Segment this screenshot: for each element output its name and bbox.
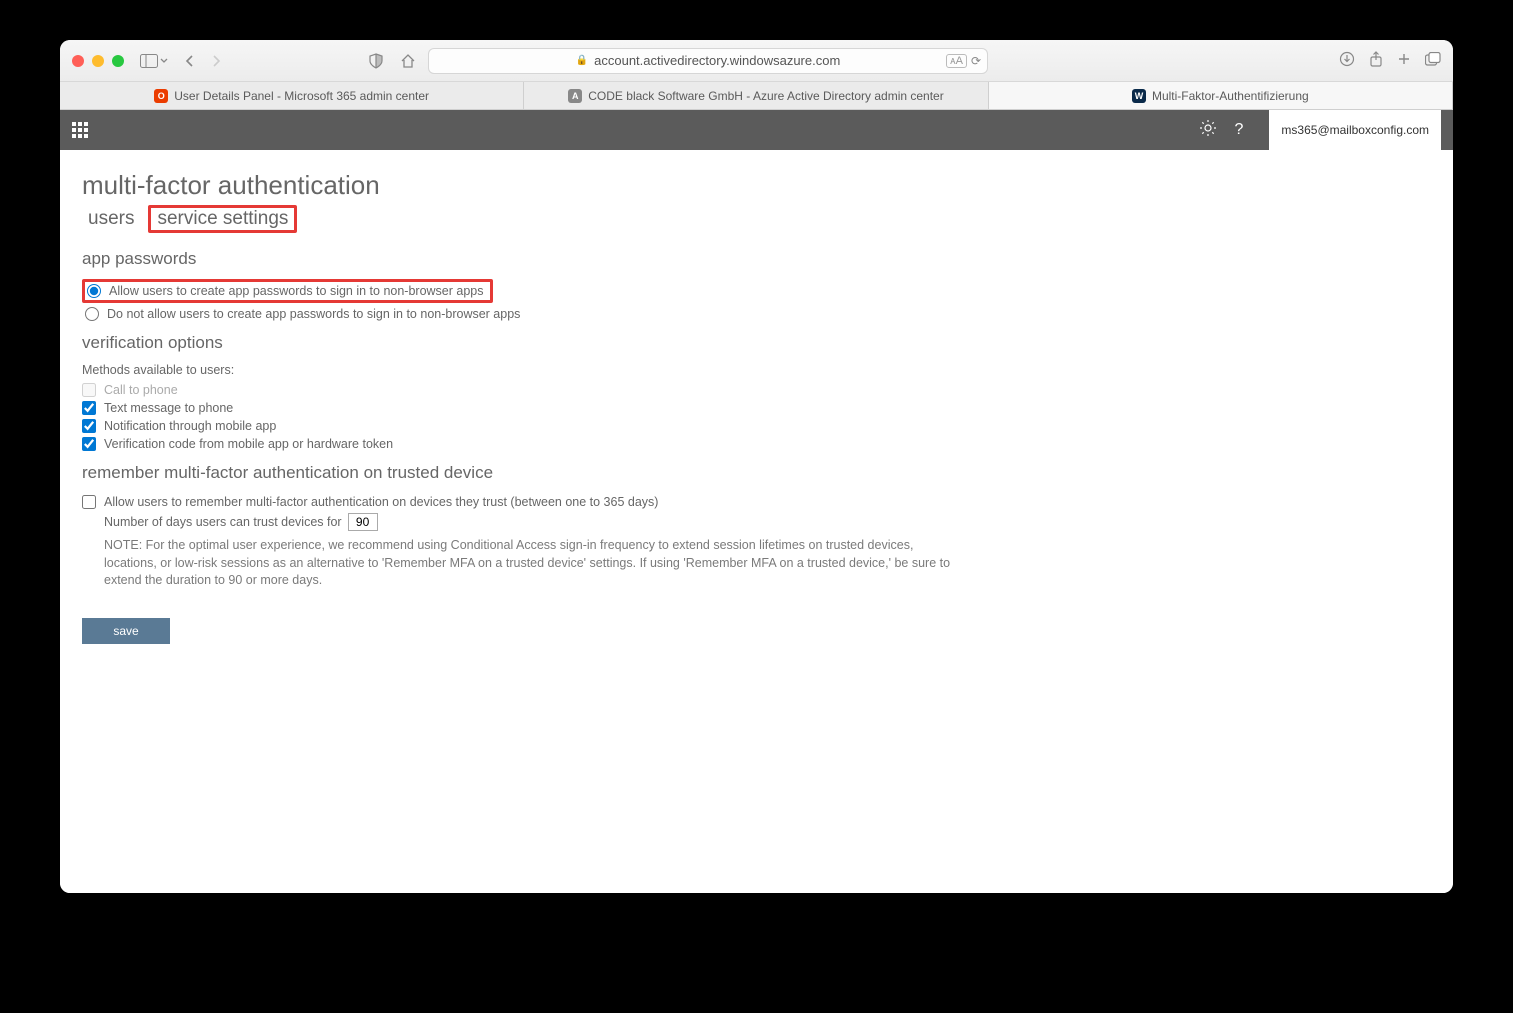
settings-gear-icon[interactable] [1199, 119, 1217, 142]
sidebar-toggle-button[interactable] [140, 54, 168, 68]
tab-favicon-1: A [568, 89, 582, 103]
browser-toolbar: 🔒 account.activedirectory.windowsazure.c… [60, 40, 1453, 82]
browser-tab-2[interactable]: W Multi-Faktor-Authentifizierung [989, 82, 1453, 109]
check-remember-mfa-label: Allow users to remember multi-factor aut… [104, 495, 658, 509]
radio-deny-app-passwords[interactable]: Do not allow users to create app passwor… [85, 305, 1431, 323]
browser-tabs: O User Details Panel - Microsoft 365 adm… [60, 82, 1453, 110]
section-remember-heading: remember multi-factor authentication on … [82, 463, 1431, 483]
days-trust-input[interactable] [348, 513, 378, 531]
section-verification-heading: verification options [82, 333, 1431, 353]
check-remember-mfa-input[interactable] [82, 495, 96, 509]
window-controls[interactable] [72, 55, 124, 67]
tab-users[interactable]: users [82, 206, 140, 232]
browser-tab-1[interactable]: A CODE black Software GmbH - Azure Activ… [524, 82, 988, 109]
close-window-icon[interactable] [72, 55, 84, 67]
minimize-window-icon[interactable] [92, 55, 104, 67]
tab-favicon-0: O [154, 89, 168, 103]
app-launcher-icon[interactable] [72, 122, 88, 138]
tabs-overview-icon[interactable] [1425, 52, 1441, 70]
azure-header-bar: ? ms365@mailboxconfig.com [60, 110, 1453, 150]
reader-icon[interactable]: ᴀA [946, 54, 967, 68]
check-sms-label: Text message to phone [104, 401, 233, 415]
check-call-phone-input [82, 383, 96, 397]
page-title: multi-factor authentication [82, 170, 1431, 201]
tab-label-0: User Details Panel - Microsoft 365 admin… [174, 89, 429, 103]
page-tab-nav: users service settings [82, 205, 1431, 233]
tab-service-settings[interactable]: service settings [148, 205, 297, 233]
page-content: multi-factor authentication users servic… [60, 150, 1453, 893]
tab-label-1: CODE black Software GmbH - Azure Active … [588, 89, 943, 103]
days-trust-label: Number of days users can trust devices f… [104, 515, 342, 529]
shield-icon[interactable] [364, 50, 388, 71]
browser-tab-0[interactable]: O User Details Panel - Microsoft 365 adm… [60, 82, 524, 109]
maximize-window-icon[interactable] [112, 55, 124, 67]
check-notify-app-label: Notification through mobile app [104, 419, 276, 433]
section-app-passwords-heading: app passwords [82, 249, 1431, 269]
address-bar[interactable]: 🔒 account.activedirectory.windowsazure.c… [428, 48, 988, 74]
back-button[interactable] [180, 50, 200, 71]
check-code-app-label: Verification code from mobile app or har… [104, 437, 393, 451]
tab-label-2: Multi-Faktor-Authentifizierung [1152, 89, 1309, 103]
forward-button[interactable] [206, 50, 226, 71]
check-notify-app-input[interactable] [82, 419, 96, 433]
check-notify-app[interactable]: Notification through mobile app [82, 417, 1431, 435]
home-icon[interactable] [396, 50, 420, 71]
check-code-app-input[interactable] [82, 437, 96, 451]
tab-favicon-2: W [1132, 89, 1146, 103]
browser-window: 🔒 account.activedirectory.windowsazure.c… [60, 40, 1453, 893]
check-sms-input[interactable] [82, 401, 96, 415]
radio-allow-app-passwords[interactable]: Allow users to create app passwords to s… [82, 279, 493, 303]
check-call-phone[interactable]: Call to phone [82, 381, 1431, 399]
radio-deny-app-passwords-input[interactable] [85, 307, 99, 321]
new-tab-icon[interactable] [1397, 52, 1411, 70]
radio-allow-app-passwords-input[interactable] [87, 284, 101, 298]
url-text: account.activedirectory.windowsazure.com [594, 53, 840, 68]
remember-note: NOTE: For the optimal user experience, w… [104, 537, 954, 590]
lock-icon: 🔒 [576, 55, 588, 66]
check-code-app[interactable]: Verification code from mobile app or har… [82, 435, 1431, 453]
share-icon[interactable] [1369, 51, 1383, 71]
check-sms[interactable]: Text message to phone [82, 399, 1431, 417]
radio-deny-app-passwords-label: Do not allow users to create app passwor… [107, 307, 520, 321]
check-remember-mfa[interactable]: Allow users to remember multi-factor aut… [82, 493, 1431, 511]
radio-allow-app-passwords-label: Allow users to create app passwords to s… [109, 284, 484, 298]
methods-available-label: Methods available to users: [82, 363, 1431, 377]
check-call-phone-label: Call to phone [104, 383, 178, 397]
save-button[interactable]: save [82, 618, 170, 644]
downloads-icon[interactable] [1339, 51, 1355, 71]
refresh-icon[interactable]: ⟳ [971, 54, 981, 68]
help-icon[interactable]: ? [1235, 121, 1244, 139]
days-trust-row: Number of days users can trust devices f… [104, 511, 1431, 533]
account-label[interactable]: ms365@mailboxconfig.com [1269, 110, 1441, 150]
reader-refresh-group: ᴀA ⟳ [946, 54, 981, 68]
chevron-down-icon [160, 57, 168, 65]
